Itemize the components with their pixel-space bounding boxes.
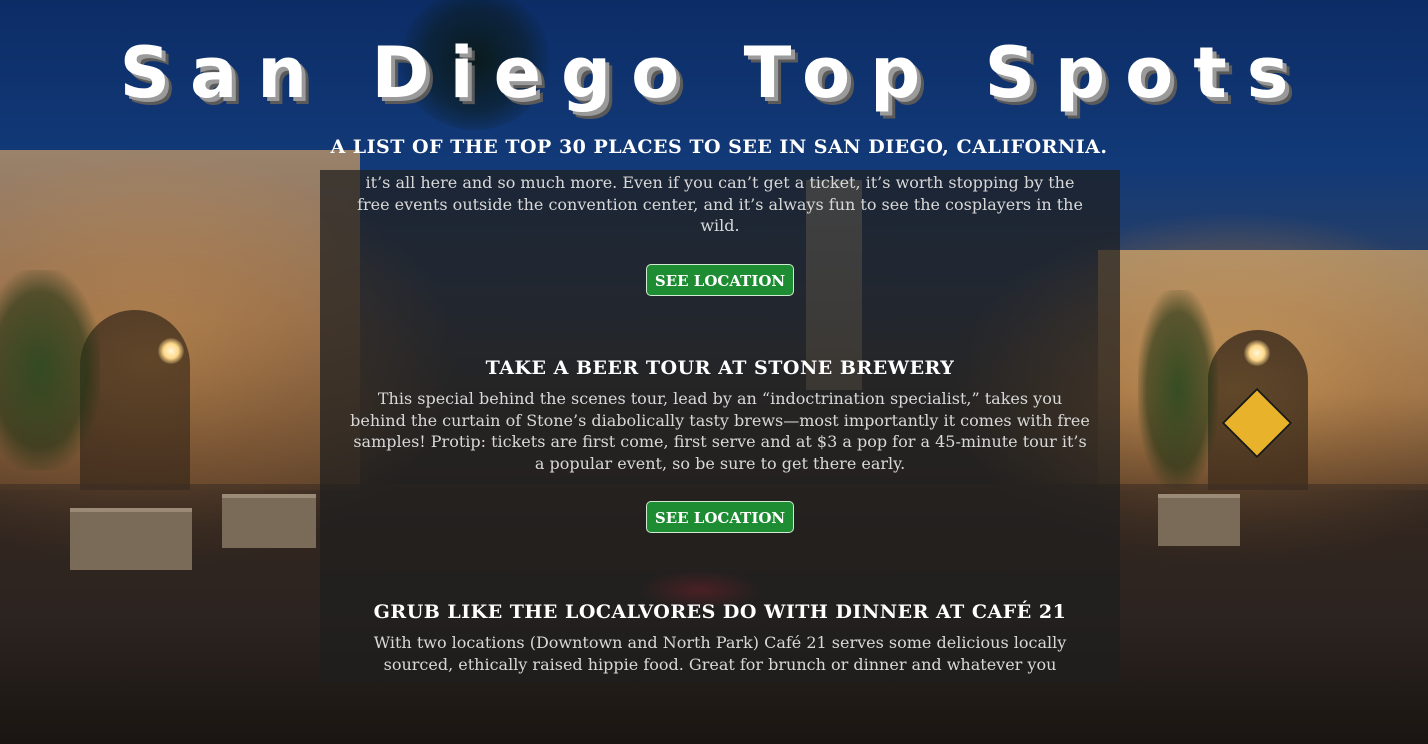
- spots-list-panel: it’s all here and so much more. Even if …: [320, 170, 1120, 682]
- spot-title: Take a Beer Tour at Stone Brewery: [485, 357, 955, 379]
- see-location-button[interactable]: See Location: [645, 501, 795, 533]
- spot-description: it’s all here and so much more. Even if …: [357, 173, 1083, 235]
- background-street-lamp: [1244, 340, 1270, 366]
- spot-item: it’s all here and so much more. Even if …: [320, 170, 1120, 296]
- background-planter: [70, 508, 192, 570]
- background-planter: [1158, 494, 1240, 546]
- page-subtitle: A list of the top 30 places to see in Sa…: [330, 136, 1108, 158]
- spot-title: Grub like the Localvores do with dinner …: [373, 601, 1067, 623]
- background-tree: [0, 270, 100, 470]
- spot-description: With two locations (Downtown and North P…: [373, 633, 1067, 674]
- background-planter: [222, 494, 316, 548]
- spot-item: Take a Beer Tour at Stone Brewery This s…: [320, 356, 1120, 533]
- background-street-lamp: [158, 338, 184, 364]
- background-tree: [1138, 290, 1218, 490]
- see-location-button[interactable]: See Location: [645, 263, 795, 296]
- page-title: San Diego Top Spots: [119, 32, 1309, 114]
- spot-item: Grub like the Localvores do with dinner …: [320, 600, 1120, 675]
- spot-description: This special behind the scenes tour, lea…: [350, 389, 1090, 473]
